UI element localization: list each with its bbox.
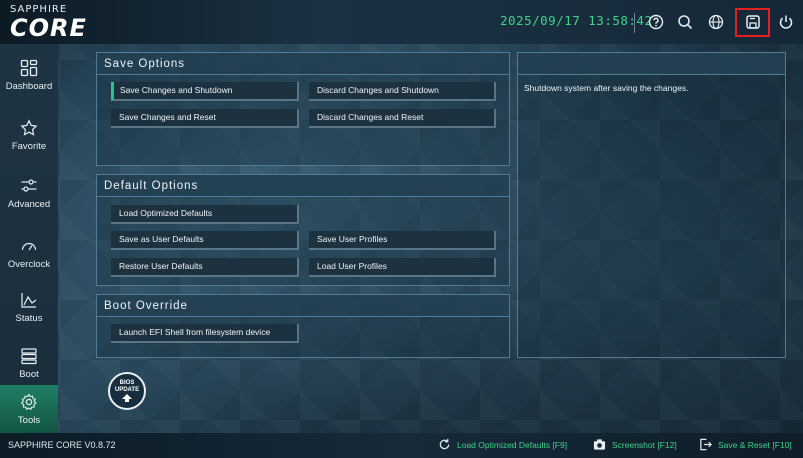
screenshot-shortcut[interactable]: Screenshot [F12] [593,438,677,451]
sidebar-item-boot[interactable]: Boot [0,334,58,392]
sidebar-item-label: Advanced [7,198,51,210]
globe-icon[interactable] [706,12,726,32]
search-icon[interactable] [675,12,695,32]
sidebar-item-label: Boot [19,368,39,380]
sidebar-item-label: Favorite [11,140,47,152]
status-chart-icon [21,292,37,308]
save-as-user-defaults-button[interactable]: Save as User Defaults [111,231,299,250]
shortcut-label: Screenshot [F12] [612,439,677,450]
description-panel: Shutdown system after saving the changes… [517,52,786,358]
save-user-profiles-button[interactable]: Save User Profiles [309,231,496,250]
save-changes-and-shutdown-button[interactable]: Save Changes and Shutdown [111,82,299,101]
help-icon[interactable] [646,12,666,32]
save-options-title: Save Options [97,53,509,75]
load-optimized-defaults-button[interactable]: Load Optimized Defaults [111,205,299,224]
shortcut-label: Load Optimized Defaults [F9] [457,439,568,450]
brand-logo: SAPPHIRE CORE [8,4,88,42]
sidebar-item-tools[interactable]: Tools [0,385,58,433]
camera-icon [593,439,606,450]
load-user-profiles-button[interactable]: Load User Profiles [309,258,496,277]
description-text: Shutdown system after saving the changes… [524,83,689,93]
sidebar-item-status[interactable]: Status [0,278,58,336]
launch-efi-shell-button[interactable]: Launch EFI Shell from filesystem device [111,324,299,343]
discard-changes-and-reset-button[interactable]: Discard Changes and Reset [309,109,496,128]
power-icon[interactable] [776,12,796,32]
datetime-display: 2025/09/17 13:58:42 [500,13,653,28]
sidebar-item-label: Overclock [7,258,51,270]
bottom-bar: SAPPHIRE CORE V0.8.72 Load Optimized Def… [0,433,803,458]
save-and-reset-shortcut[interactable]: Save & Reset [F10] [699,438,792,451]
bios-window: SAPPHIRE CORE 2025/09/17 13:58:42 Dashbo… [0,0,803,458]
sidebar-item-label: Tools [17,414,41,426]
gauge-icon [21,242,37,250]
bios-update-line1: BIOS [119,380,135,386]
sliders-icon [21,178,37,192]
shortcut-label: Save & Reset [F10] [718,439,792,450]
save-changes-and-reset-button[interactable]: Save Changes and Reset [111,109,299,128]
upload-arrow-icon [122,394,132,402]
exit-icon [700,438,712,451]
sidebar-item-advanced[interactable]: Advanced [0,164,58,222]
sidebar: Dashboard Favorite Advanced Overclock St… [0,44,58,433]
save-options-panel: Save Options Save Changes and Shutdown D… [96,52,510,166]
default-options-title: Default Options [97,175,509,197]
boot-override-panel: Boot Override Launch EFI Shell from file… [96,294,510,358]
restore-user-defaults-button[interactable]: Restore User Defaults [111,258,299,277]
star-icon [20,118,38,136]
description-header [518,53,785,75]
bios-update-line2: UPDATE [114,387,140,393]
load-optimized-defaults-shortcut[interactable]: Load Optimized Defaults [F9] [438,438,567,451]
version-label: SAPPHIRE CORE V0.8.72 [8,440,116,450]
gear-icon [20,393,37,410]
refresh-icon [439,438,450,450]
header-divider [634,13,635,33]
sidebar-item-overclock[interactable]: Overclock [0,224,58,282]
bios-update-button[interactable]: BIOS UPDATE [108,372,146,410]
boot-icon [21,347,37,364]
dashboard-icon [20,59,38,76]
default-options-panel: Default Options Load Optimized Defaults … [96,174,510,286]
sidebar-item-favorite[interactable]: Favorite [0,106,58,164]
top-bar: SAPPHIRE CORE 2025/09/17 13:58:42 [0,0,803,44]
brand-big-text: CORE [10,14,87,42]
sidebar-item-label: Status [15,312,43,324]
sidebar-item-dashboard[interactable]: Dashboard [0,46,58,104]
discard-changes-and-shutdown-button[interactable]: Discard Changes and Shutdown [309,82,496,101]
sidebar-item-label: Dashboard [5,80,53,92]
save-icon-highlight-box [735,8,770,37]
boot-override-title: Boot Override [97,295,509,317]
